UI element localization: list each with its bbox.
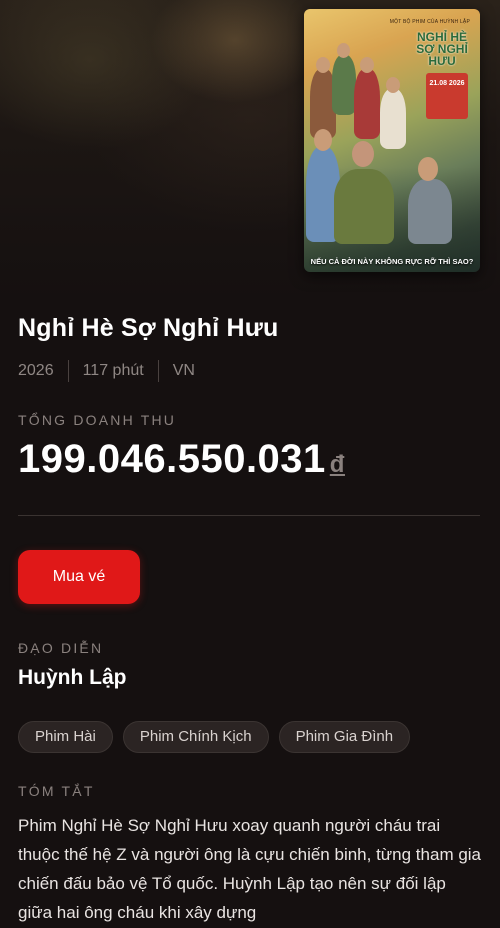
genre-chip[interactable]: Phim Gia Đình	[278, 721, 411, 753]
genre-chip[interactable]: Phim Hài	[18, 721, 113, 753]
buy-ticket-button[interactable]: Mua vé	[18, 550, 140, 604]
poster-tagline: MỘT BỘ PHIM CỦA HUỲNH LẬP	[389, 19, 470, 25]
synopsis-label: TÓM TẮT	[18, 783, 95, 799]
genre-list: Phim Hài Phim Chính Kịch Phim Gia Đình	[18, 721, 420, 753]
poster-title: NGHỈ HÈ SỢ NGHỈ HƯU	[416, 30, 468, 68]
revenue-value: 199.046.550.031 đ	[18, 437, 345, 482]
revenue-label: TỔNG DOANH THU	[18, 412, 177, 428]
movie-country: VN	[172, 362, 195, 379]
genre-chip[interactable]: Phim Chính Kịch	[122, 721, 269, 753]
poster-release-date: 21.08 2026	[426, 73, 468, 119]
synopsis-text: Phim Nghỉ Hè Sợ Nghỉ Hưu xoay quanh ngườ…	[18, 816, 482, 922]
revenue-amount: 199.046.550.031	[18, 437, 326, 481]
meta-divider	[157, 360, 159, 382]
movie-meta: 2026 117 phút VN	[18, 360, 195, 382]
meta-divider	[67, 360, 69, 382]
director-name: Huỳnh Lập	[18, 666, 127, 689]
currency-symbol: đ	[329, 451, 345, 478]
poster-slogan: NẾU CẢ ĐỜI NÀY KHÔNG RỰC RỠ THÌ SAO?	[310, 257, 474, 266]
movie-poster[interactable]: MỘT BỘ PHIM CỦA HUỲNH LẬP NGHỈ HÈ SỢ NGH…	[304, 9, 480, 272]
section-divider	[18, 515, 480, 516]
movie-duration: 117 phút	[82, 362, 144, 379]
movie-title: Nghỉ Hè Sợ Nghỉ Hưu	[18, 314, 279, 342]
movie-year: 2026	[18, 362, 54, 379]
director-label: ĐẠO DIỄN	[18, 640, 104, 656]
